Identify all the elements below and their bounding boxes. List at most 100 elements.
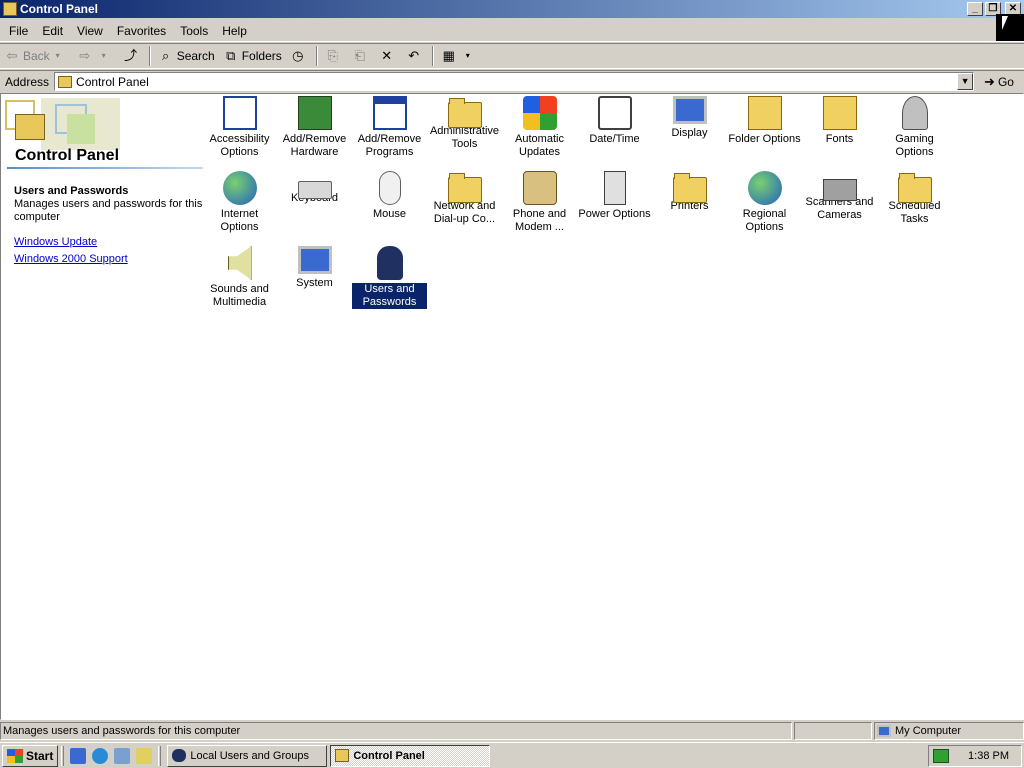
folders-button[interactable]: ⧉ Folders bbox=[219, 45, 286, 67]
menu-help[interactable]: Help bbox=[215, 24, 254, 38]
system-icon bbox=[297, 246, 332, 274]
item-date-time[interactable]: Date/Time bbox=[577, 94, 652, 146]
item-internet-options[interactable]: Internet Options bbox=[202, 169, 277, 234]
item-add-remove-programs[interactable]: Add/Remove Programs bbox=[352, 94, 427, 159]
quicklaunch-handle[interactable] bbox=[61, 745, 65, 766]
views-dropdown-icon[interactable]: ▾ bbox=[460, 48, 476, 64]
title-bar[interactable]: Control Panel _ ❐ ✕ bbox=[0, 0, 1024, 18]
task-local-users-groups[interactable]: Local Users and Groups bbox=[167, 744, 328, 767]
address-bar: Address Control Panel ▼ ➜ Go bbox=[0, 70, 1024, 92]
go-button[interactable]: ➜ Go bbox=[984, 74, 1014, 90]
selection-heading: Users and Passwords bbox=[14, 185, 129, 197]
item-keyboard[interactable]: Keyboard bbox=[277, 169, 352, 205]
regional-globe-icon bbox=[747, 171, 782, 205]
item-network-dialup[interactable]: Network and Dial-up Co... bbox=[427, 169, 502, 226]
windows-2000-support-link[interactable]: Windows 2000 Support bbox=[14, 253, 128, 265]
item-administrative-tools[interactable]: Administrative Tools bbox=[427, 94, 502, 151]
start-button[interactable]: Start bbox=[2, 744, 59, 767]
forward-button[interactable]: ⇨ ▾ bbox=[73, 45, 119, 67]
move-to-button[interactable]: ⎘ bbox=[321, 45, 348, 67]
item-power-options[interactable]: Power Options bbox=[577, 169, 652, 221]
network-icon bbox=[447, 173, 482, 203]
windows-update-link[interactable]: Windows Update bbox=[14, 236, 97, 248]
system-tray: 1:38 PM bbox=[928, 745, 1022, 767]
taskbar: Start Local Users and Groups Control Pan… bbox=[0, 742, 1024, 768]
item-label: Add/Remove Hardware bbox=[282, 133, 347, 158]
menu-file[interactable]: File bbox=[0, 24, 35, 38]
item-label: Users and Passwords bbox=[351, 282, 428, 310]
item-folder-options[interactable]: Folder Options bbox=[727, 94, 802, 146]
item-label: Accessibility Options bbox=[209, 133, 270, 158]
menu-edit[interactable]: Edit bbox=[35, 24, 70, 38]
task-label: Local Users and Groups bbox=[190, 749, 309, 762]
internet-explorer-icon[interactable] bbox=[92, 747, 109, 764]
address-dropdown-button[interactable]: ▼ bbox=[957, 73, 974, 90]
globe-icon bbox=[222, 171, 257, 205]
forward-dropdown-icon[interactable]: ▾ bbox=[96, 48, 112, 64]
item-label: Gaming Options bbox=[895, 133, 934, 158]
windows-logo-icon bbox=[522, 96, 557, 130]
menu-favorites[interactable]: Favorites bbox=[110, 24, 173, 38]
content-area: Control Panel Users and Passwords Manage… bbox=[0, 93, 1024, 720]
task-control-panel[interactable]: Control Panel bbox=[330, 744, 491, 767]
item-printers[interactable]: Printers bbox=[652, 169, 727, 213]
address-value[interactable]: Control Panel bbox=[76, 75, 957, 89]
undo-button[interactable]: ↶ bbox=[402, 45, 429, 67]
back-dropdown-icon[interactable]: ▾ bbox=[50, 48, 66, 64]
power-icon bbox=[603, 171, 626, 205]
item-label: Sounds and Multimedia bbox=[210, 283, 269, 308]
item-mouse[interactable]: Mouse bbox=[352, 169, 427, 221]
hardware-icon bbox=[297, 96, 332, 130]
scanner-icon bbox=[822, 179, 857, 201]
item-automatic-updates[interactable]: Automatic Updates bbox=[502, 94, 577, 159]
zone-label: My Computer bbox=[895, 725, 962, 737]
search-button[interactable]: ⌕ Search bbox=[154, 45, 219, 67]
item-display[interactable]: Display bbox=[652, 94, 727, 140]
joystick-icon bbox=[901, 96, 928, 130]
folders-label: Folders bbox=[241, 49, 282, 63]
item-regional-options[interactable]: Regional Options bbox=[727, 169, 802, 234]
item-sounds-multimedia[interactable]: Sounds and Multimedia bbox=[202, 244, 277, 309]
start-label: Start bbox=[26, 748, 54, 763]
control-panel-icon bbox=[3, 2, 17, 16]
taskbar-handle[interactable] bbox=[158, 745, 162, 766]
item-label: Network and Dial-up Co... bbox=[433, 200, 496, 225]
item-add-remove-hardware[interactable]: Add/Remove Hardware bbox=[277, 94, 352, 159]
back-arrow-icon: ⇦ bbox=[6, 48, 18, 63]
copy-to-icon: ⎗ bbox=[354, 48, 365, 63]
search-icon: ⌕ bbox=[162, 48, 170, 63]
programs-icon bbox=[372, 96, 407, 130]
item-accessibility-options[interactable]: Accessibility Options bbox=[202, 94, 277, 159]
item-label: Administrative Tools bbox=[429, 125, 500, 150]
history-button[interactable]: ◷ bbox=[286, 45, 313, 67]
item-fonts[interactable]: Fonts bbox=[802, 94, 877, 146]
status-panel bbox=[794, 722, 872, 740]
show-desktop-icon[interactable] bbox=[70, 747, 87, 764]
up-button[interactable]: ⤴ bbox=[119, 45, 146, 67]
item-scheduled-tasks[interactable]: Scheduled Tasks bbox=[877, 169, 952, 226]
item-users-passwords[interactable]: Users and Passwords bbox=[351, 244, 428, 310]
minimize-button[interactable]: _ bbox=[967, 2, 983, 16]
clock[interactable]: 1:38 PM bbox=[968, 750, 1009, 762]
undo-icon: ↶ bbox=[408, 48, 420, 63]
outlook-express-icon[interactable] bbox=[114, 747, 131, 764]
toolbar-separator bbox=[431, 46, 434, 66]
clock-icon bbox=[597, 96, 632, 130]
users-groups-icon bbox=[172, 749, 187, 762]
menu-view[interactable]: View bbox=[70, 24, 110, 38]
views-button[interactable]: ▦ ▾ bbox=[437, 45, 483, 67]
phone-icon bbox=[522, 171, 557, 205]
item-scanners-cameras[interactable]: Scanners and Cameras bbox=[802, 169, 877, 222]
address-input[interactable]: Control Panel ▼ bbox=[54, 72, 975, 91]
menu-tools[interactable]: Tools bbox=[173, 24, 215, 38]
item-phone-modem[interactable]: Phone and Modem ... bbox=[502, 169, 577, 234]
delete-button[interactable]: ✕ bbox=[375, 45, 402, 67]
item-label: Internet Options bbox=[220, 208, 259, 233]
search-quicklaunch-icon[interactable] bbox=[136, 747, 153, 764]
item-system[interactable]: System bbox=[277, 244, 352, 290]
network-tray-icon[interactable] bbox=[933, 749, 949, 763]
item-label: Folder Options bbox=[728, 133, 801, 145]
item-gaming-options[interactable]: Gaming Options bbox=[877, 94, 952, 159]
copy-to-button[interactable]: ⎗ bbox=[348, 45, 375, 67]
back-button[interactable]: ⇦ Back ▾ bbox=[0, 45, 73, 67]
